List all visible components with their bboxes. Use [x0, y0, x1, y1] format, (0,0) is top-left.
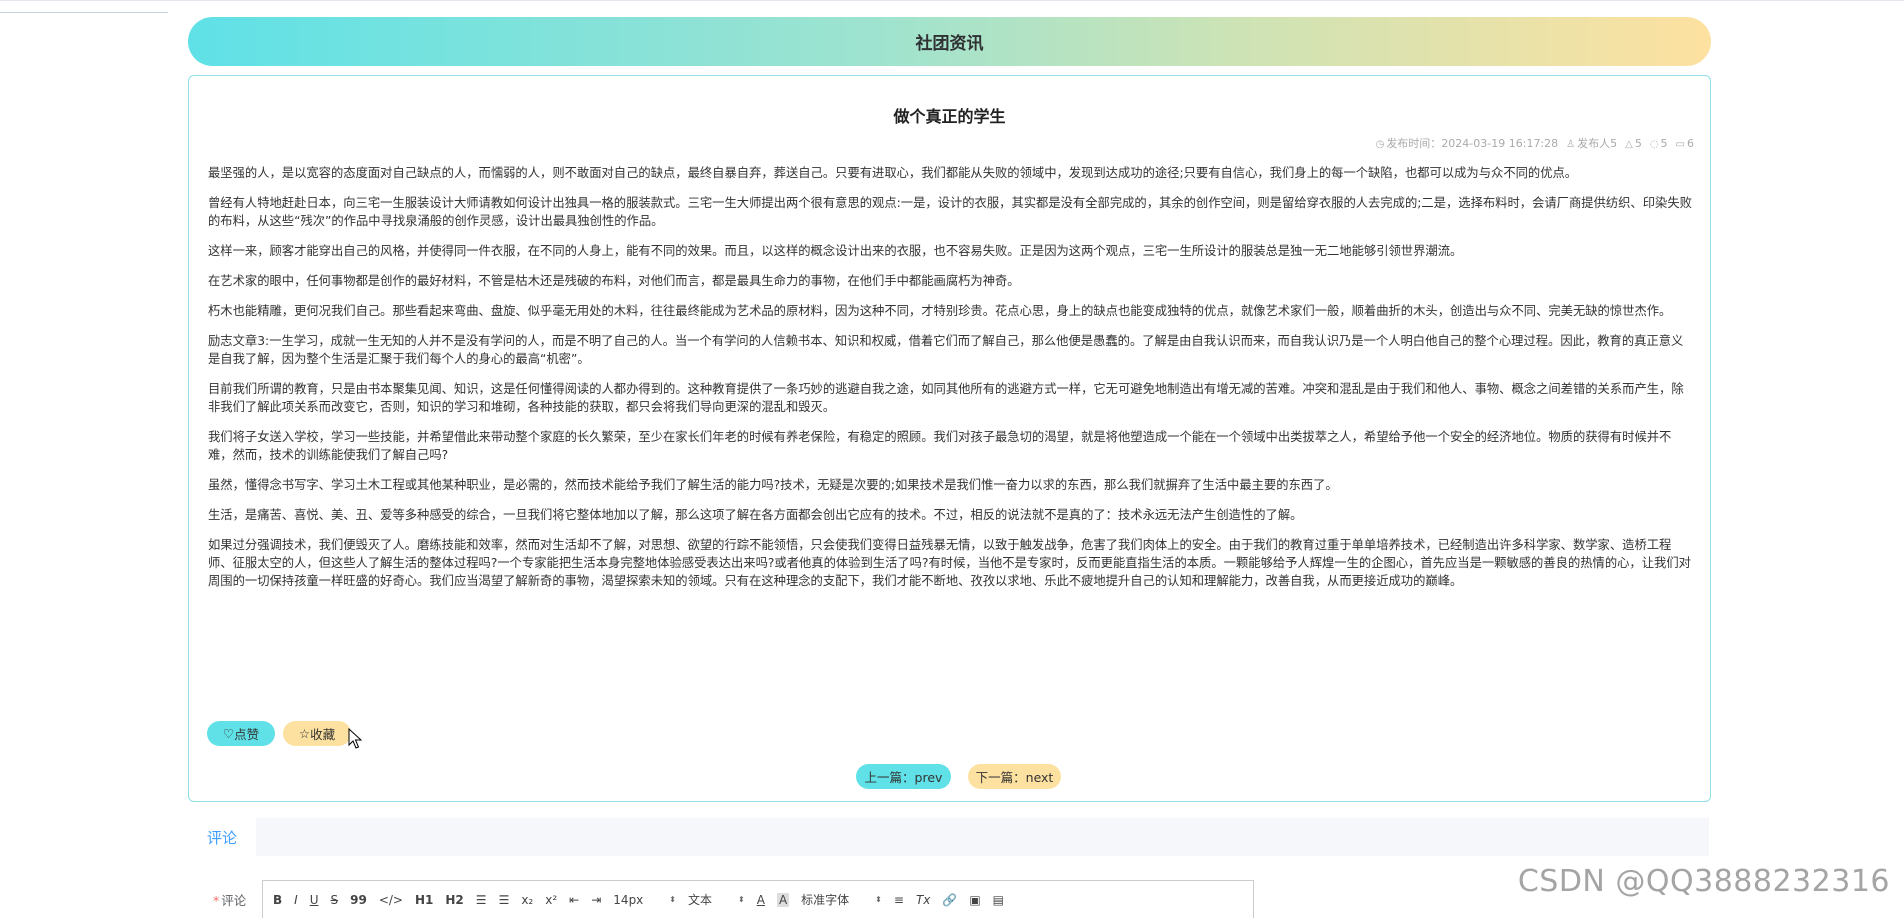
superscript-button[interactable]: x²: [545, 893, 557, 907]
align-icon[interactable]: ≡: [894, 893, 904, 907]
eye-icon: ◌: [1649, 138, 1659, 150]
underline-button[interactable]: U: [310, 893, 319, 907]
bold-button[interactable]: B: [273, 893, 282, 907]
paragraph: 励志文章3:一生学习，成就一生无知的人并不是没有学问的人，而是不明了自己的人。当…: [208, 334, 1684, 366]
outdent-icon[interactable]: ⇤: [569, 893, 579, 907]
view-count: ◌ 5: [1649, 136, 1668, 150]
block-type-select[interactable]: 文本 ⬍: [688, 891, 745, 908]
h1-button[interactable]: H1: [415, 893, 433, 907]
section-banner: 社团资讯: [188, 17, 1711, 66]
paragraph: 虽然，懂得念书写字、学习土木工程或其他某种职业，是必需的，然而技术能给予我们了解…: [208, 478, 1338, 492]
comment-tabs: 评论: [188, 818, 1709, 856]
editor-toolbar: B I U S 99 </> H1 H2 ☰ ☰ x₂ x² ⇤ ⇥ 14px ⬍…: [262, 880, 1254, 918]
like-button[interactable]: ♡ 点赞: [207, 721, 275, 746]
document-icon: ▭: [1675, 138, 1685, 150]
favorite-count: ▭ 6: [1675, 136, 1694, 150]
subscript-button[interactable]: x₂: [521, 893, 533, 907]
tab-comment[interactable]: 评论: [188, 818, 256, 856]
image-icon[interactable]: ▣: [969, 893, 980, 907]
paragraph: 生活，是痛苦、喜悦、美、丑、爱等多种感受的综合，一旦我们将它整体地加以了解，那么…: [208, 508, 1303, 522]
author: ♙ 发布人5: [1566, 137, 1618, 150]
italic-button[interactable]: I: [294, 893, 298, 907]
paragraph: 在艺术家的眼中，任何事物都是创作的最好材料，不管是枯木还是残破的布料，对他们而言…: [208, 274, 1020, 288]
h2-button[interactable]: H2: [445, 893, 463, 907]
select-arrow-icon: ⬍: [738, 895, 745, 904]
like-count: △ 5: [1625, 136, 1642, 150]
watermark: CSDN @QQ3888232316: [1517, 864, 1890, 899]
paragraph: 目前我们所谓的教育，只是由书本聚集见闻、知识，这是任何懂得阅读的人都办得到的。这…: [208, 382, 1684, 414]
paragraph: 朽木也能精雕，更何况我们自己。那些看起来弯曲、盘旋、似乎毫无用处的木料，往往最终…: [208, 304, 1672, 318]
paragraph: 曾经有人特地赶赴日本，向三宅一生服装设计大师请教如何设计出独具一格的服装款式。三…: [208, 196, 1692, 228]
comment-field-label: * 评论: [213, 893, 247, 908]
font-color-button[interactable]: A: [757, 893, 765, 907]
ordered-list-icon[interactable]: ☰: [476, 893, 487, 907]
font-family-select[interactable]: 标准字体 ⬍: [801, 891, 882, 908]
top-accent-line: [0, 12, 168, 13]
indent-icon[interactable]: ⇥: [591, 893, 601, 907]
select-arrow-icon: ⬍: [875, 895, 882, 904]
thumb-icon: △: [1625, 138, 1633, 150]
clear-format-icon[interactable]: Tx: [916, 893, 930, 907]
code-button[interactable]: </>: [379, 893, 403, 907]
link-icon[interactable]: 🔗: [942, 893, 957, 907]
publish-time: ◷ 发布时间：2024-03-19 16:17:28: [1375, 137, 1559, 150]
font-size-select[interactable]: 14px ⬍: [613, 893, 676, 907]
blockquote-button[interactable]: 99: [350, 893, 367, 907]
select-arrow-icon: ⬍: [669, 895, 676, 904]
background-color-button[interactable]: A: [776, 892, 790, 907]
star-icon: ☆: [298, 726, 311, 741]
article-meta: ◷ 发布时间：2024-03-19 16:17:28 ♙ 发布人5 △ 5 ◌ 5 ▭ 6: [1376, 135, 1694, 151]
bullet-list-icon[interactable]: ☰: [499, 893, 510, 907]
clock-icon: ◷: [1375, 139, 1385, 150]
prev-article-button[interactable]: 上一篇：prev: [856, 764, 951, 789]
required-marker: *: [213, 893, 220, 908]
article-body: 最坚强的人，是以宽容的态度面对自己缺点的人，而懦弱的人，则不敢面对自己的缺点，最…: [208, 164, 1693, 602]
next-article-button[interactable]: 下一篇：next: [968, 764, 1061, 789]
mouse-cursor-icon: [348, 728, 362, 749]
paragraph: 最坚强的人，是以宽容的态度面对自己缺点的人，而懦弱的人，则不敢面对自己的缺点，最…: [208, 166, 1578, 180]
article-title: 做个真正的学生: [893, 107, 1006, 126]
paragraph: 我们将子女送入学校，学习一些技能，并希望借此来带动整个家庭的长久繁荣，至少在家长…: [208, 430, 1672, 462]
heart-icon: ♡: [222, 726, 235, 741]
paragraph: 如果过分强调技术，我们便毁灭了人。磨练技能和效率，然而对生活却不了解，对思想、欲…: [208, 538, 1691, 588]
favorite-button[interactable]: ☆ 收藏: [283, 721, 351, 746]
paragraph: 这样一来，顾客才能穿出自己的风格，并使得同一件衣服，在不同的人身上，能有不同的效…: [208, 244, 1463, 258]
article-card: 做个真正的学生 ◷ 发布时间：2024-03-19 16:17:28 ♙ 发布人5 …: [188, 75, 1711, 802]
user-icon: ♙: [1566, 139, 1576, 150]
video-icon[interactable]: ▤: [993, 893, 1004, 907]
top-divider: [0, 0, 1904, 5]
strike-button[interactable]: S: [331, 893, 339, 907]
section-title: 社团资讯: [915, 34, 984, 54]
